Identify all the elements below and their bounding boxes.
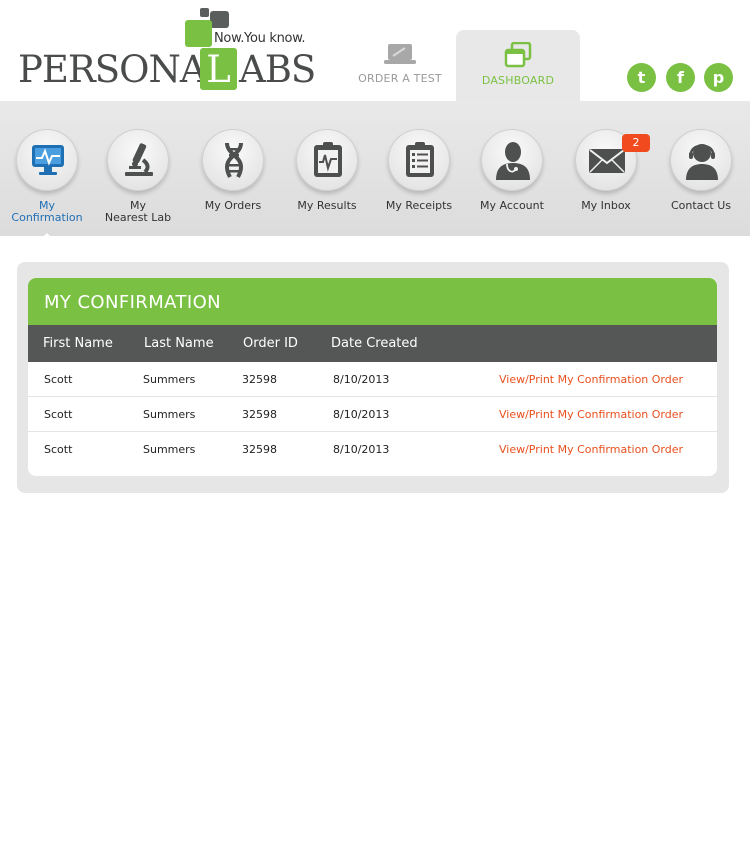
doctor-icon bbox=[496, 142, 530, 180]
column-header-last-name: Last Name bbox=[144, 336, 214, 351]
nav-label-line1: My Inbox bbox=[581, 199, 631, 212]
cell-last-name: Summers bbox=[143, 373, 196, 386]
inbox-count-badge: 2 bbox=[622, 134, 650, 152]
nav-label-line1: My Receipts bbox=[385, 199, 453, 212]
envelope-icon bbox=[589, 149, 625, 173]
logo-brand-l: L bbox=[200, 48, 237, 91]
nav-circle bbox=[202, 129, 264, 191]
table-row: Scott Summers 32598 8/10/2013 View/Print… bbox=[28, 432, 717, 467]
nav-contact-us[interactable]: Contact Us bbox=[654, 129, 748, 212]
nav-label: My Inbox bbox=[559, 200, 653, 212]
tab-dashboard[interactable]: DASHBOARD bbox=[456, 30, 580, 101]
cell-last-name: Summers bbox=[143, 408, 196, 421]
monitor-icon bbox=[32, 145, 64, 175]
column-header-order-id: Order ID bbox=[243, 336, 298, 351]
nav-my-orders[interactable]: My Orders bbox=[186, 129, 280, 212]
nav-circle bbox=[16, 129, 78, 191]
nav-label: My Account bbox=[465, 200, 559, 212]
table-header: First Name Last Name Order ID Date Creat… bbox=[28, 325, 717, 362]
twitter-icon[interactable]: t bbox=[627, 63, 656, 92]
nav-label-line1: My Account bbox=[480, 199, 544, 212]
nav-label-line2: Confirmation bbox=[11, 211, 83, 224]
nav-label: My Results bbox=[280, 200, 374, 212]
nav-label: My Confirmation bbox=[0, 200, 94, 224]
cell-first-name: Scott bbox=[44, 408, 73, 421]
tab-dashboard-label: DASHBOARD bbox=[481, 74, 555, 87]
pinterest-icon[interactable]: p bbox=[704, 63, 733, 92]
content-wrapper: MY CONFIRMATION First Name Last Name Ord… bbox=[17, 262, 729, 493]
personalabs-logo[interactable]: Now.You know. PERSONA L ABS bbox=[18, 8, 316, 92]
laptop-icon bbox=[384, 44, 416, 64]
nav-my-nearest-lab[interactable]: My Nearest Lab bbox=[91, 129, 185, 224]
facebook-icon[interactable]: f bbox=[666, 63, 695, 92]
nav-circle bbox=[296, 129, 358, 191]
nav-my-account[interactable]: My Account bbox=[465, 129, 559, 212]
tab-order-a-test-label: ORDER A TEST bbox=[358, 72, 442, 85]
dna-icon bbox=[224, 142, 244, 178]
column-header-date-created: Date Created bbox=[331, 336, 418, 351]
logo-square-small bbox=[200, 8, 209, 17]
table-row: Scott Summers 32598 8/10/2013 View/Print… bbox=[28, 362, 717, 397]
dashboard-nav: My Confirmation My Nearest Lab My Orders… bbox=[0, 101, 750, 242]
view-print-confirmation-link[interactable]: View/Print My Confirmation Order bbox=[499, 432, 683, 467]
microscope-icon bbox=[125, 143, 153, 176]
headset-icon bbox=[686, 144, 718, 180]
clipboard-chart-icon bbox=[314, 142, 342, 177]
nav-label: My Orders bbox=[186, 200, 280, 212]
nav-circle bbox=[388, 129, 450, 191]
nav-circle bbox=[481, 129, 543, 191]
nav-circle bbox=[107, 129, 169, 191]
receipt-list-icon bbox=[406, 142, 434, 177]
nav-label-line2: Nearest Lab bbox=[104, 211, 172, 224]
nav-label-line1: My Orders bbox=[204, 199, 262, 212]
cell-date-created: 8/10/2013 bbox=[333, 443, 390, 456]
tab-order-a-test[interactable]: ORDER A TEST bbox=[338, 30, 462, 101]
cell-first-name: Scott bbox=[44, 373, 73, 386]
dashboard-windows-icon bbox=[504, 42, 532, 68]
logo-brand-right: ABS bbox=[239, 48, 316, 91]
cell-last-name: Summers bbox=[143, 443, 196, 456]
view-print-confirmation-link[interactable]: View/Print My Confirmation Order bbox=[499, 362, 683, 397]
view-print-confirmation-link[interactable]: View/Print My Confirmation Order bbox=[499, 397, 683, 432]
logo-tagline: Now.You know. bbox=[214, 31, 306, 46]
cell-date-created: 8/10/2013 bbox=[333, 373, 390, 386]
panel-title: MY CONFIRMATION bbox=[28, 278, 717, 325]
nav-my-receipts[interactable]: My Receipts bbox=[372, 129, 466, 212]
cell-order-id: 32598 bbox=[242, 373, 277, 386]
nav-label: My Receipts bbox=[372, 200, 466, 212]
nav-my-confirmation[interactable]: My Confirmation bbox=[0, 129, 94, 242]
table-row: Scott Summers 32598 8/10/2013 View/Print… bbox=[28, 397, 717, 432]
logo-square-grey bbox=[210, 11, 229, 28]
nav-my-inbox[interactable]: 2 My Inbox bbox=[559, 129, 653, 212]
nav-circle: 2 bbox=[575, 129, 650, 191]
active-pointer bbox=[38, 233, 56, 242]
site-header: Now.You know. PERSONA L ABS ORDER A TEST… bbox=[0, 0, 750, 101]
cell-first-name: Scott bbox=[44, 443, 73, 456]
confirmation-panel: MY CONFIRMATION First Name Last Name Ord… bbox=[28, 278, 717, 476]
logo-brand-left: PERSONA bbox=[18, 48, 207, 91]
cell-order-id: 32598 bbox=[242, 408, 277, 421]
nav-my-results[interactable]: My Results bbox=[280, 129, 374, 212]
nav-label-line1: Contact Us bbox=[670, 199, 732, 212]
cell-order-id: 32598 bbox=[242, 443, 277, 456]
nav-label: Contact Us bbox=[654, 200, 748, 212]
cell-date-created: 8/10/2013 bbox=[333, 408, 390, 421]
nav-label: My Nearest Lab bbox=[91, 200, 185, 224]
nav-label-line1: My Results bbox=[297, 199, 357, 212]
logo-square-green bbox=[185, 20, 212, 47]
column-header-first-name: First Name bbox=[43, 336, 113, 351]
nav-circle bbox=[670, 129, 732, 191]
